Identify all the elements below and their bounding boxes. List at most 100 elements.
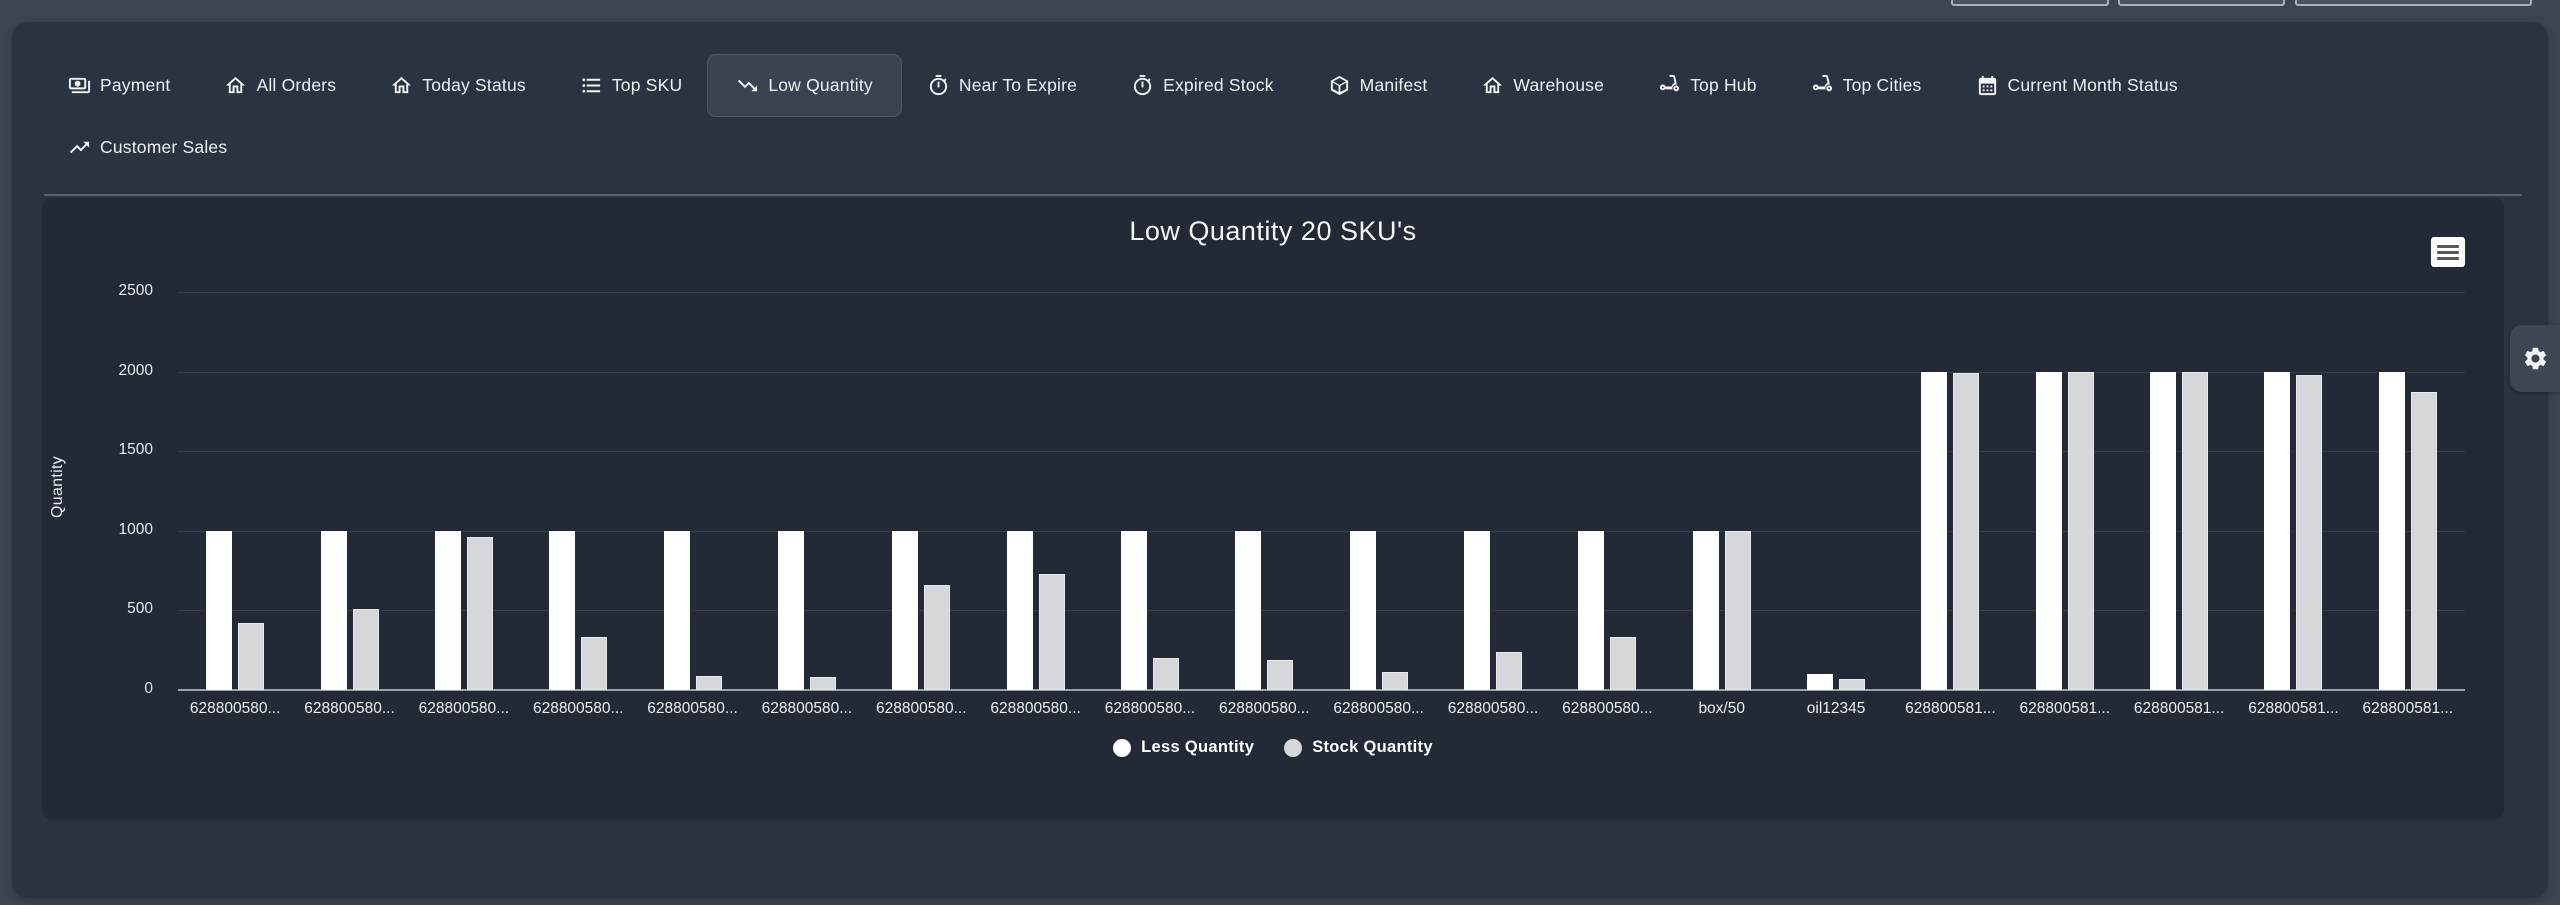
stock-quantity-bar[interactable] <box>1496 652 1522 690</box>
x-tick-label: 628800581... <box>2122 700 2236 718</box>
stock-quantity-bar[interactable] <box>1839 679 1865 690</box>
trending-down-icon <box>736 74 759 97</box>
x-tick-label: oil12345 <box>1779 700 1893 718</box>
x-tick-label: 628800581... <box>2236 700 2350 718</box>
less-quantity-bar[interactable] <box>2264 372 2290 690</box>
less-quantity-bar[interactable] <box>778 531 804 690</box>
stock-quantity-bar[interactable] <box>1153 658 1179 690</box>
x-tick-label: 628800581... <box>2008 700 2122 718</box>
payment-icon <box>68 74 91 97</box>
x-tick-label: 628800580... <box>178 700 292 718</box>
tab-expired-stock[interactable]: Expired Stock <box>1131 74 1274 97</box>
stock-quantity-bar[interactable] <box>924 585 950 690</box>
tab-label: Today Status <box>422 75 526 96</box>
tab-payment[interactable]: Payment <box>68 74 170 97</box>
less-quantity-bar[interactable] <box>1121 531 1147 690</box>
tab-top-sku[interactable]: Top SKU <box>580 74 682 97</box>
stock-quantity-bar[interactable] <box>2182 372 2208 690</box>
less-quantity-bar[interactable] <box>664 531 690 690</box>
less-quantity-bar[interactable] <box>435 531 461 690</box>
y-gridline <box>178 531 2465 532</box>
less-quantity-bar[interactable] <box>1464 531 1490 690</box>
stock-quantity-bar[interactable] <box>810 677 836 690</box>
x-tick-label: 628800581... <box>1893 700 2007 718</box>
legend-item-stock-quantity[interactable]: Stock Quantity <box>1284 738 1433 757</box>
partial-control[interactable] <box>2118 0 2285 6</box>
stock-quantity-bar[interactable] <box>1953 373 1979 690</box>
stock-quantity-bar[interactable] <box>2411 392 2437 690</box>
less-quantity-bar[interactable] <box>892 531 918 690</box>
tab-manifest[interactable]: Manifest <box>1328 74 1428 97</box>
stock-quantity-bar[interactable] <box>1039 574 1065 690</box>
x-tick-label: 628800580... <box>864 700 978 718</box>
less-quantity-bar[interactable] <box>1807 674 1833 690</box>
x-tick-label: 628800580... <box>407 700 521 718</box>
partial-control[interactable] <box>2295 0 2532 6</box>
gear-icon <box>2522 345 2549 372</box>
x-tick-label: 628800581... <box>2351 700 2465 718</box>
x-tick-label: 628800580... <box>1207 700 1321 718</box>
less-quantity-bar[interactable] <box>1350 531 1376 690</box>
less-quantity-bar[interactable] <box>1007 531 1033 690</box>
tab-top-cities[interactable]: Top Cities <box>1811 74 1922 97</box>
tab-today-status[interactable]: Today Status <box>390 74 526 97</box>
stock-quantity-bar[interactable] <box>2068 372 2094 690</box>
x-tick-label: 628800580... <box>521 700 635 718</box>
stock-quantity-bar[interactable] <box>1610 637 1636 690</box>
tab-near-to-expire[interactable]: Near To Expire <box>927 74 1077 97</box>
tab-warehouse[interactable]: Warehouse <box>1481 74 1604 97</box>
legend-marker <box>1113 739 1131 757</box>
legend-marker <box>1284 739 1302 757</box>
less-quantity-bar[interactable] <box>2150 372 2176 690</box>
less-quantity-bar[interactable] <box>206 531 232 690</box>
x-tick-label: 628800580... <box>1550 700 1664 718</box>
less-quantity-bar[interactable] <box>2379 372 2405 690</box>
stock-quantity-bar[interactable] <box>2296 375 2322 690</box>
less-quantity-bar[interactable] <box>1578 531 1604 690</box>
x-tick-label: 628800580... <box>750 700 864 718</box>
less-quantity-bar[interactable] <box>1235 531 1261 690</box>
stock-quantity-bar[interactable] <box>1267 660 1293 690</box>
y-gridline <box>178 292 2465 293</box>
tab-label: Top Hub <box>1690 75 1757 96</box>
tab-label: Low Quantity <box>768 75 873 96</box>
tab-customer-sales[interactable]: Customer Sales <box>68 136 227 159</box>
tab-current-month-status[interactable]: Current Month Status <box>1976 74 2178 97</box>
less-quantity-bar[interactable] <box>2036 372 2062 690</box>
less-quantity-bar[interactable] <box>1693 531 1719 690</box>
tab-low-quantity[interactable]: Low Quantity <box>707 54 902 117</box>
y-tick-label: 1000 <box>73 521 153 539</box>
partial-control[interactable] <box>1951 0 2109 6</box>
dashboard-card: Payment All Orders Today Status Top SKU Low … <box>12 22 2548 898</box>
stock-quantity-bar[interactable] <box>238 623 264 690</box>
tab-bar-row-2: Customer Sales <box>12 118 2548 170</box>
tab-bar-divider <box>44 194 2522 196</box>
settings-toggle-button[interactable] <box>2510 325 2560 392</box>
calendar-icon <box>1976 74 1999 97</box>
less-quantity-bar[interactable] <box>1921 372 1947 690</box>
tab-label: Manifest <box>1360 75 1428 96</box>
y-tick-label: 2500 <box>73 282 153 300</box>
less-quantity-bar[interactable] <box>549 531 575 690</box>
y-gridline <box>178 451 2465 452</box>
stock-quantity-bar[interactable] <box>581 637 607 690</box>
x-tick-label: 628800580... <box>1436 700 1550 718</box>
y-tick-label: 0 <box>73 680 153 698</box>
stock-quantity-bar[interactable] <box>1725 531 1751 690</box>
tab-label: Warehouse <box>1513 75 1604 96</box>
tab-top-hub[interactable]: Top Hub <box>1658 74 1757 97</box>
chart-panel: Low Quantity 20 SKU's Quantity 050010001… <box>42 198 2504 820</box>
stock-quantity-bar[interactable] <box>353 609 379 690</box>
stock-quantity-bar[interactable] <box>1382 672 1408 690</box>
x-tick-label: 628800580... <box>1093 700 1207 718</box>
less-quantity-bar[interactable] <box>321 531 347 690</box>
x-tick-label: 628800580... <box>292 700 406 718</box>
stock-quantity-bar[interactable] <box>467 537 493 690</box>
stock-quantity-bar[interactable] <box>696 676 722 690</box>
x-tick-label: 628800580... <box>635 700 749 718</box>
tab-label: All Orders <box>256 75 336 96</box>
legend-item-less-quantity[interactable]: Less Quantity <box>1113 738 1254 757</box>
tab-label: Top SKU <box>612 75 682 96</box>
tab-all-orders[interactable]: All Orders <box>224 74 336 97</box>
list-icon <box>580 74 603 97</box>
